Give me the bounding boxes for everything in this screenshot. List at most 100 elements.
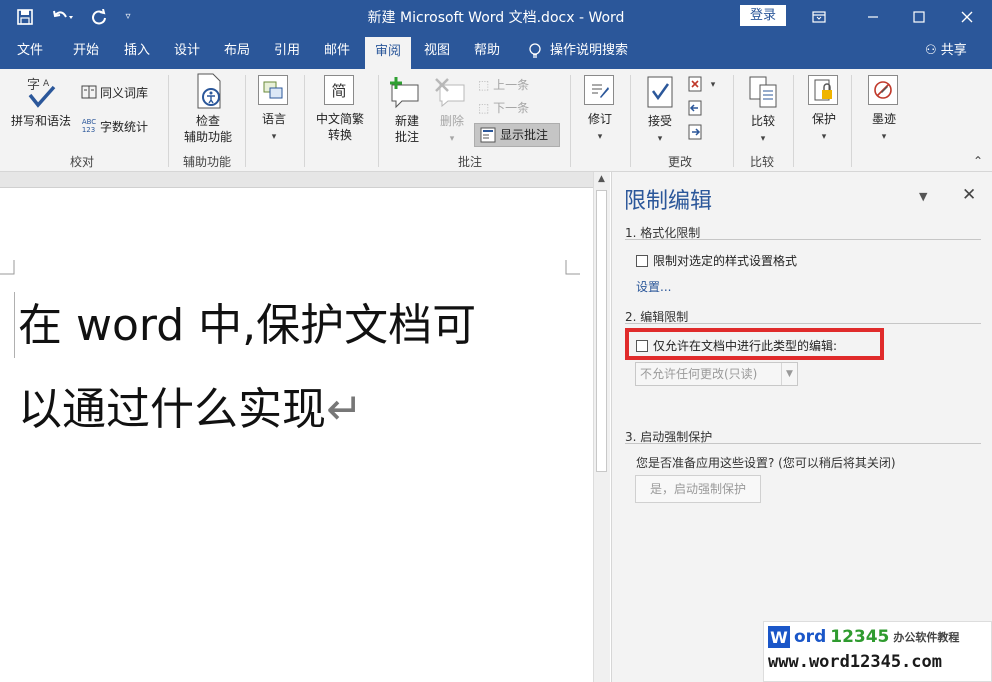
new-comment-icon: [388, 75, 422, 109]
section-divider: [625, 239, 981, 240]
new-comment-label-1: 新建: [394, 114, 419, 128]
text-cursor-bar: [14, 292, 15, 358]
tab-help[interactable]: 帮助: [465, 33, 509, 69]
tab-references[interactable]: 引用: [265, 33, 309, 69]
margin-corner-right: [565, 260, 580, 275]
document-body-text[interactable]: 在 word 中,保护文档可 以通过什么实现↵: [18, 284, 578, 452]
show-comments-icon: [479, 126, 497, 144]
pane-close-icon[interactable]: ✕: [962, 185, 976, 205]
language-icon: [258, 75, 288, 105]
divider: [851, 75, 852, 167]
tab-view[interactable]: 视图: [415, 33, 459, 69]
delete-dropdown-icon[interactable]: ▾: [446, 131, 458, 147]
protect-icon: [808, 75, 838, 105]
scrollbar-thumb[interactable]: [596, 190, 607, 472]
delete-comment-button[interactable]: 删除: [436, 113, 468, 129]
ribbon-display-icon[interactable]: [796, 0, 842, 33]
share-label: 共享: [940, 43, 967, 58]
next-comment-label: 下一条: [493, 101, 530, 115]
track-changes-button[interactable]: 修订: [584, 111, 616, 127]
formatting-restriction-label: 限制对选定的样式设置格式: [653, 254, 798, 268]
pane-title: 限制编辑: [624, 189, 713, 214]
divider: [168, 75, 169, 167]
chinese-conversion-label-2: 转换: [327, 128, 352, 142]
collapse-ribbon-icon[interactable]: ⌃: [970, 153, 986, 169]
watermark-subtitle: 办公软件教程: [893, 631, 960, 644]
paragraph-mark: ↵: [326, 384, 363, 435]
divider: [245, 75, 246, 167]
protect-button[interactable]: 保护: [808, 111, 840, 127]
tab-mailings[interactable]: 邮件: [315, 33, 359, 69]
watermark-url: www.word12345.com: [768, 652, 942, 672]
compare-button[interactable]: 比较: [746, 113, 780, 129]
chinese-conversion-icon: 简: [324, 75, 354, 105]
start-enforcement-button[interactable]: 是，启动强制保护: [635, 475, 761, 503]
maximize-icon[interactable]: [896, 0, 942, 33]
minimize-icon[interactable]: [850, 0, 896, 33]
ink-dropdown-icon[interactable]: ▾: [878, 129, 890, 145]
pane-options-icon[interactable]: ▼: [919, 190, 927, 203]
svg-text:字: 字: [27, 78, 40, 93]
word-count-button[interactable]: 字数统计: [100, 119, 148, 135]
check-accessibility-label-2: 辅助功能: [183, 130, 232, 144]
check-accessibility-button[interactable]: 检查 辅助功能: [178, 113, 238, 145]
watermark-numbers: 12345: [830, 627, 890, 647]
ink-button[interactable]: 墨迹: [868, 111, 900, 127]
compare-icon: [748, 75, 778, 109]
divider: [630, 75, 631, 167]
scroll-up-icon[interactable]: ▲: [594, 174, 609, 188]
lightbulb-icon: [529, 43, 541, 58]
watermark-w: W: [768, 626, 790, 648]
tab-review[interactable]: 审阅: [365, 37, 411, 69]
thesaurus-button[interactable]: 同义词库: [100, 85, 148, 101]
enforcement-question: 您是否准备应用这些设置? (您可以稍后将其关闭): [636, 456, 896, 470]
tab-layout[interactable]: 布局: [215, 33, 259, 69]
language-button[interactable]: 语言: [258, 111, 290, 127]
document-line-2: 以通过什么实现↵: [18, 368, 578, 452]
previous-comment-icon: ⬚: [478, 78, 490, 92]
divider: [378, 75, 379, 167]
margin-corner-left: [0, 260, 15, 275]
spell-grammar-button[interactable]: 拼写和语法: [6, 113, 76, 129]
tab-file[interactable]: 文件: [8, 33, 52, 69]
group-label-changes: 更改: [667, 155, 692, 169]
next-change-icon[interactable]: [686, 123, 704, 141]
document-line-2-text: 以通过什么实现: [18, 384, 326, 435]
language-dropdown-icon[interactable]: ▾: [268, 129, 280, 145]
next-comment-button[interactable]: ⬚ 下一条: [478, 100, 529, 116]
protect-dropdown-icon[interactable]: ▾: [818, 129, 830, 145]
accessibility-check-icon: [193, 73, 225, 109]
chinese-conversion-label-1: 中文简繁: [315, 112, 364, 126]
group-label-compare: 比较: [749, 155, 774, 169]
share-button[interactable]: ⚇ 共享: [925, 33, 967, 69]
restrict-editing-pane: [611, 172, 992, 682]
chinese-conversion-button[interactable]: 中文简繁 转换: [310, 111, 370, 143]
spelling-icon: 字A: [24, 75, 58, 109]
tab-insert[interactable]: 插入: [115, 33, 159, 69]
editing-type-select[interactable]: 不允许任何更改(只读) ▼: [635, 362, 798, 386]
track-changes-icon: [584, 75, 614, 105]
svg-text:A: A: [43, 79, 50, 89]
previous-change-icon[interactable]: [686, 99, 704, 117]
new-comment-button[interactable]: 新建 批注: [388, 113, 426, 145]
tab-design[interactable]: 设计: [165, 33, 209, 69]
accept-change-button[interactable]: 接受: [644, 113, 676, 129]
formatting-restriction-checkbox[interactable]: [636, 254, 648, 267]
tab-home[interactable]: 开始: [64, 33, 108, 69]
reject-change-icon[interactable]: [686, 75, 704, 93]
compare-dropdown-icon[interactable]: ▾: [757, 131, 769, 147]
show-comments-label: 显示批注: [500, 128, 549, 142]
ink-icon: [868, 75, 898, 105]
login-button[interactable]: 登录: [740, 5, 786, 26]
divider: [570, 75, 571, 167]
tell-me-search[interactable]: 操作说明搜索: [528, 33, 628, 69]
track-changes-dropdown-icon[interactable]: ▾: [594, 129, 606, 145]
chevron-down-icon: ▼: [781, 363, 797, 385]
formatting-settings-link[interactable]: 设置...: [636, 278, 671, 295]
close-icon[interactable]: [944, 0, 990, 33]
accept-dropdown-icon[interactable]: ▾: [654, 131, 666, 147]
previous-comment-button[interactable]: ⬚ 上一条: [478, 77, 529, 93]
tell-me-label: 操作说明搜索: [550, 43, 629, 58]
formatting-restriction-option[interactable]: 限制对选定的样式设置格式: [636, 252, 797, 269]
reject-dropdown-icon[interactable]: ▾: [708, 77, 718, 93]
